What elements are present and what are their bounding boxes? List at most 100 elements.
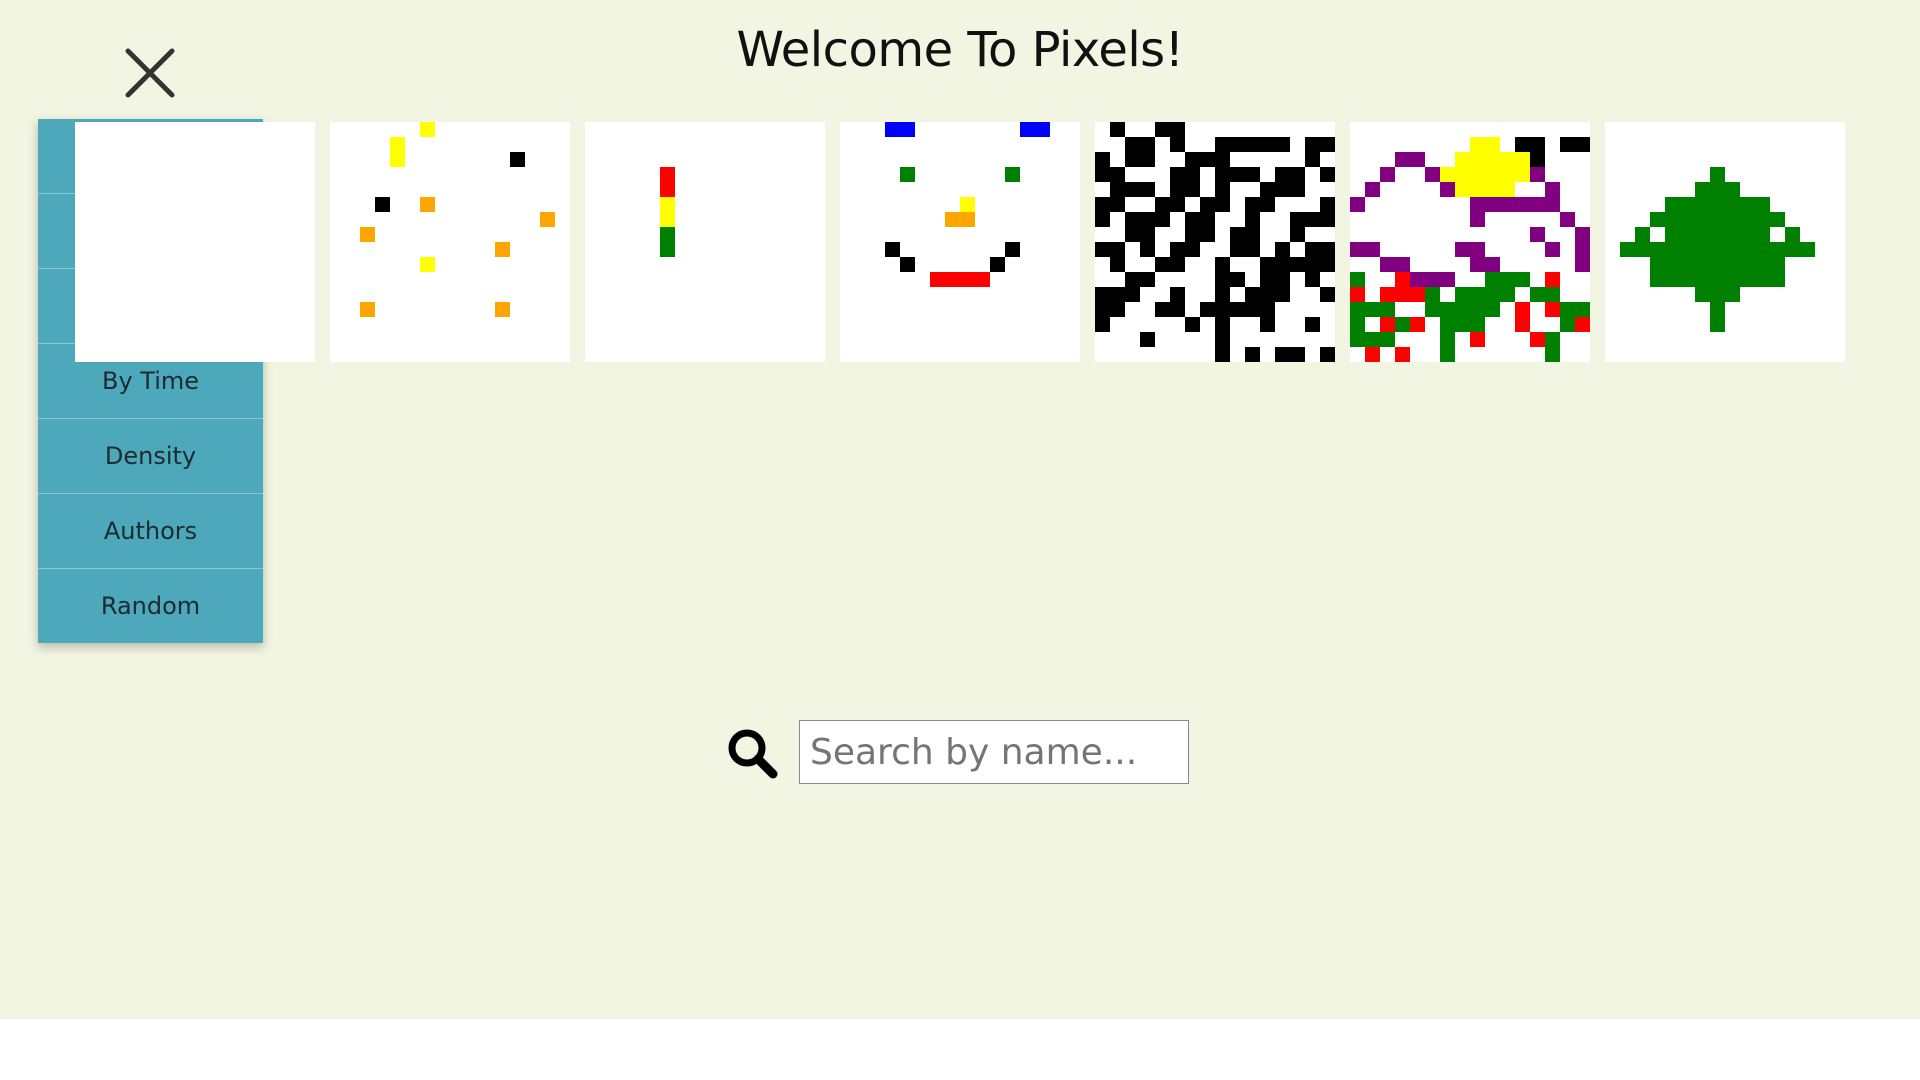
pixel bbox=[1620, 242, 1635, 257]
menu-item-authors[interactable]: Authors bbox=[38, 494, 263, 569]
pixel bbox=[1410, 272, 1425, 287]
pixel bbox=[1350, 287, 1365, 302]
pixel bbox=[1320, 167, 1335, 182]
pixel bbox=[1710, 242, 1725, 257]
pixel bbox=[1425, 272, 1440, 287]
pixel bbox=[1560, 212, 1575, 227]
pixel bbox=[1215, 272, 1230, 287]
pixel bbox=[660, 197, 675, 212]
pixel bbox=[1470, 332, 1485, 347]
pixel-art-tile[interactable] bbox=[1605, 122, 1845, 362]
pixel bbox=[1380, 317, 1395, 332]
pixel bbox=[1440, 167, 1455, 182]
pixel bbox=[1650, 272, 1665, 287]
pixel bbox=[1725, 227, 1740, 242]
pixel bbox=[1680, 257, 1695, 272]
pixel bbox=[1740, 197, 1755, 212]
pixel bbox=[1680, 197, 1695, 212]
pixel bbox=[1725, 212, 1740, 227]
pixel bbox=[660, 242, 675, 257]
pixel bbox=[1275, 257, 1290, 272]
pixel-art-tile[interactable] bbox=[330, 122, 570, 362]
pixel bbox=[1170, 137, 1185, 152]
pixel bbox=[1680, 272, 1695, 287]
pixel bbox=[1545, 332, 1560, 347]
pixel bbox=[1545, 197, 1560, 212]
pixel-art-tile[interactable] bbox=[840, 122, 1080, 362]
pixel bbox=[1215, 137, 1230, 152]
pixel bbox=[1485, 302, 1500, 317]
pixel bbox=[1545, 182, 1560, 197]
pixel bbox=[1275, 182, 1290, 197]
pixel bbox=[945, 212, 960, 227]
pixel bbox=[1350, 242, 1365, 257]
pixel bbox=[1140, 137, 1155, 152]
pixel bbox=[1515, 167, 1530, 182]
pixel bbox=[1785, 242, 1800, 257]
pixel bbox=[1500, 152, 1515, 167]
pixel bbox=[1155, 212, 1170, 227]
pixel bbox=[960, 197, 975, 212]
pixel bbox=[1755, 212, 1770, 227]
pixel bbox=[1545, 287, 1560, 302]
pixel bbox=[1710, 317, 1725, 332]
pixel bbox=[1425, 302, 1440, 317]
pixel bbox=[1005, 242, 1020, 257]
pixel bbox=[1665, 212, 1680, 227]
pixel bbox=[375, 197, 390, 212]
pixel bbox=[1365, 182, 1380, 197]
pixel bbox=[1260, 182, 1275, 197]
pixel bbox=[1275, 272, 1290, 287]
pixel bbox=[1260, 137, 1275, 152]
pixel bbox=[660, 212, 675, 227]
pixel bbox=[1320, 287, 1335, 302]
pixel bbox=[1680, 212, 1695, 227]
pixel bbox=[1095, 212, 1110, 227]
pixel bbox=[1515, 272, 1530, 287]
menu-item-random[interactable]: Random bbox=[38, 569, 263, 643]
pixel bbox=[1215, 197, 1230, 212]
pixel bbox=[1200, 212, 1215, 227]
pixel bbox=[660, 182, 675, 197]
pixel bbox=[1710, 302, 1725, 317]
pixel bbox=[1320, 197, 1335, 212]
pixel bbox=[1425, 287, 1440, 302]
pixel bbox=[1170, 182, 1185, 197]
pixel bbox=[1470, 317, 1485, 332]
pixel bbox=[1140, 227, 1155, 242]
pixel bbox=[1455, 167, 1470, 182]
pixel bbox=[1095, 242, 1110, 257]
pixel bbox=[660, 167, 675, 182]
pixel bbox=[1125, 287, 1140, 302]
pixel bbox=[1125, 272, 1140, 287]
pixel bbox=[1365, 347, 1380, 362]
pixel bbox=[1290, 212, 1305, 227]
pixel bbox=[1095, 302, 1110, 317]
pixel bbox=[1530, 227, 1545, 242]
pixel bbox=[1455, 152, 1470, 167]
pixel bbox=[1305, 242, 1320, 257]
pixel bbox=[1545, 272, 1560, 287]
pixel bbox=[1110, 167, 1125, 182]
search-input[interactable] bbox=[799, 720, 1189, 784]
pixel bbox=[1575, 227, 1590, 242]
pixel-art-tile[interactable] bbox=[1095, 122, 1335, 362]
pixel bbox=[1095, 287, 1110, 302]
pixel bbox=[1665, 257, 1680, 272]
pixel bbox=[360, 227, 375, 242]
pixel bbox=[1380, 302, 1395, 317]
menu-item-density[interactable]: Density bbox=[38, 419, 263, 494]
pixel-art-tile[interactable] bbox=[75, 122, 315, 362]
pixel-art-tile[interactable] bbox=[1350, 122, 1590, 362]
pixel bbox=[1470, 197, 1485, 212]
pixel bbox=[1110, 122, 1125, 137]
pixel bbox=[1395, 272, 1410, 287]
pixel bbox=[1485, 197, 1500, 212]
pixel bbox=[510, 152, 525, 167]
pixel bbox=[1215, 167, 1230, 182]
pixel bbox=[1485, 152, 1500, 167]
pixel bbox=[1185, 242, 1200, 257]
pixel-art-tile[interactable] bbox=[585, 122, 825, 362]
pixel bbox=[1530, 287, 1545, 302]
pixel bbox=[1155, 257, 1170, 272]
